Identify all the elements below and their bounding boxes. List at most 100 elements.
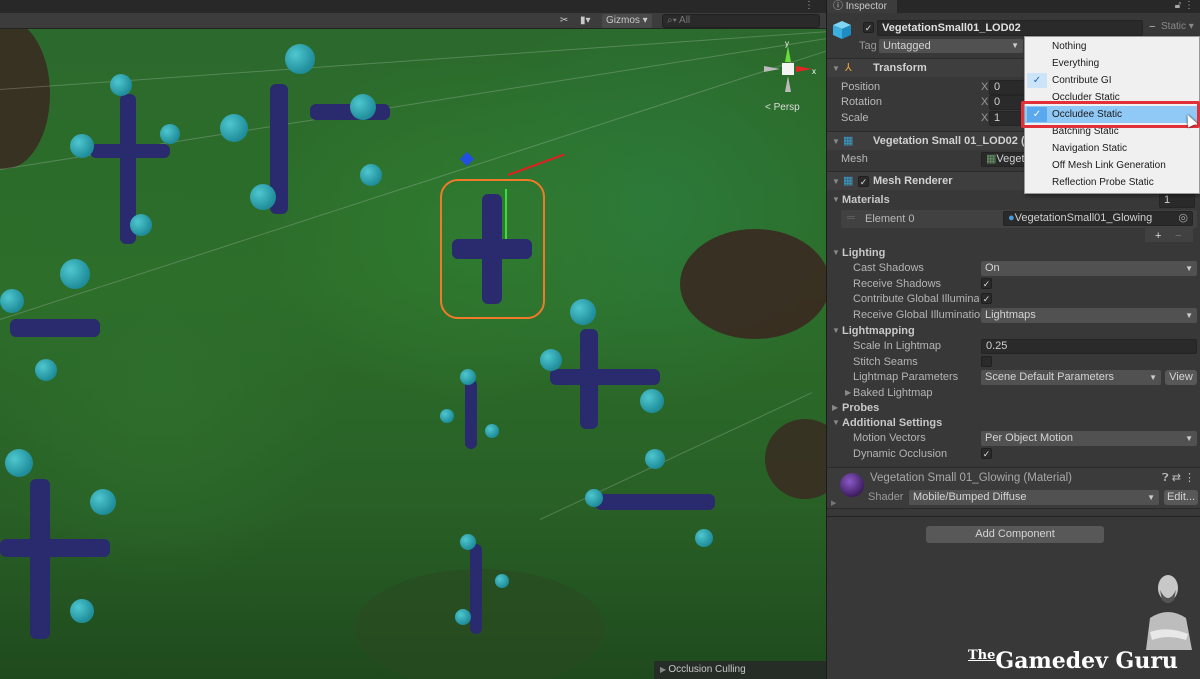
chevron-down-icon: ▼	[1149, 373, 1157, 382]
stitch-seams-checkbox[interactable]	[981, 356, 992, 367]
lightmap-parameters-label: Lightmap Parameters	[853, 371, 959, 383]
stitch-seams-label: Stitch Seams	[853, 356, 918, 368]
cast-shadows-value: On	[985, 262, 1000, 274]
scene-viewport[interactable]	[0, 29, 826, 679]
rock	[765, 419, 826, 499]
scene-toolbar: ✂ ▮▾ Gizmos ▾ ⌕▾ All	[0, 13, 826, 29]
lightmap-parameters-dropdown[interactable]: Scene Default Parameters ▼	[981, 370, 1161, 385]
lock-icon[interactable]: 🔓︎	[1175, 0, 1181, 11]
foldout-icon: ▼	[832, 248, 840, 257]
receive-gi-dropdown[interactable]: Lightmaps ▼	[981, 308, 1197, 323]
edit-shader-button[interactable]: Edit...	[1164, 490, 1198, 505]
receive-shadows-checkbox[interactable]: ✓	[981, 278, 992, 289]
menu-item-navigation-static[interactable]: Navigation Static	[1025, 140, 1199, 157]
scale-x-label: X	[981, 112, 989, 124]
brand-name: Gamedev Guru	[995, 648, 1178, 674]
drag-handle-icon[interactable]: ═	[847, 210, 855, 226]
gizmo-center-cube[interactable]	[782, 63, 794, 75]
move-handle-z[interactable]	[459, 151, 475, 167]
foldout-icon: ▼	[832, 137, 840, 146]
menu-item-nothing[interactable]: Nothing	[1025, 38, 1199, 55]
remove-element-button[interactable]: −	[1175, 228, 1181, 244]
gameobject-cube-icon[interactable]	[832, 20, 852, 40]
tag-dropdown[interactable]: Untagged ▼	[879, 39, 1023, 53]
gizmo-y-label: y	[785, 40, 789, 48]
lighting-foldout[interactable]: ▼ Lighting	[827, 245, 1200, 261]
orientation-gizmo[interactable]: y x	[758, 40, 818, 100]
receive-gi-label: Receive Global Illumination	[853, 309, 987, 321]
foldout-closed-icon[interactable]: ▶	[831, 496, 836, 512]
materials-count-input[interactable]: 1	[1159, 193, 1195, 208]
baked-lightmap-foldout[interactable]: ▶ Baked Lightmap	[827, 385, 1200, 401]
search-icon: ⌕▾	[667, 15, 680, 26]
foldout-icon: ▼	[832, 326, 840, 335]
check-icon: ✓	[982, 279, 991, 289]
scene-search-input[interactable]: ⌕▾ All	[662, 14, 820, 28]
contribute-gi-label: Contribute Global Illumination	[853, 293, 979, 305]
probes-foldout[interactable]: ▶ Probes	[827, 400, 1200, 416]
static-mixed-toggle[interactable]: −	[1149, 19, 1155, 35]
material-header-icons: ❓︎ ⇄ ⋮	[1162, 470, 1195, 486]
selected-vegetation-object[interactable]	[440, 179, 545, 319]
materials-row[interactable]: ▼ Materials 1	[827, 192, 1200, 208]
menu-item-label: Contribute GI	[1052, 75, 1112, 86]
vegetation-plant	[440, 369, 510, 459]
cast-shadows-dropdown[interactable]: On ▼	[981, 261, 1197, 276]
gizmo-neg-x-axis[interactable]	[764, 66, 780, 72]
tools-icon[interactable]: ✂	[560, 14, 568, 28]
check-icon: ✓	[1027, 73, 1047, 88]
cast-shadows-row: Cast Shadows On ▼	[827, 260, 1200, 276]
materials-label: Materials	[842, 194, 890, 206]
additional-settings-foldout[interactable]: ▼ Additional Settings	[827, 415, 1200, 431]
material-object-field[interactable]: ●VegetationSmall01_Glowing ◎	[1003, 211, 1193, 226]
menu-item-off-mesh-link[interactable]: Off Mesh Link Generation	[1025, 157, 1199, 174]
foldout-closed-icon: ▶	[832, 403, 839, 412]
divider	[827, 516, 1200, 517]
position-x-input[interactable]: 0	[989, 80, 1029, 95]
gizmo-neg-y-axis[interactable]	[785, 76, 791, 92]
menu-item-reflection-probe-static[interactable]: Reflection Probe Static	[1025, 174, 1199, 191]
move-handle-y[interactable]	[505, 189, 507, 239]
chevron-down-icon: ▼	[1147, 493, 1155, 502]
gizmo-y-axis[interactable]	[785, 46, 791, 62]
add-component-button[interactable]: Add Component	[926, 526, 1104, 543]
shader-dropdown[interactable]: Mobile/Bumped Diffuse ▼	[909, 490, 1159, 505]
view-button[interactable]: View	[1165, 370, 1197, 385]
motion-vectors-value: Per Object Motion	[985, 432, 1074, 444]
preset-icon[interactable]: ⇄	[1172, 472, 1181, 484]
object-picker-icon[interactable]: ◎	[1178, 212, 1188, 225]
gizmos-label: Gizmos	[606, 15, 640, 26]
scale-in-lightmap-input[interactable]: 0.25	[981, 339, 1197, 354]
static-dropdown[interactable]: Static ▾	[1161, 19, 1194, 35]
add-element-button[interactable]: +	[1155, 228, 1161, 244]
object-name-input[interactable]: VegetationSmall01_LOD02	[877, 20, 1143, 36]
menu-item-label: Reflection Probe Static	[1052, 177, 1154, 188]
gizmo-x-axis[interactable]	[796, 66, 812, 72]
dynamic-occlusion-checkbox[interactable]: ✓	[981, 448, 992, 459]
lightmapping-label: Lightmapping	[842, 325, 915, 337]
camera-settings-icon[interactable]: ▮▾	[580, 14, 591, 28]
mesh-renderer-enabled-toggle[interactable]: ✓	[858, 176, 869, 187]
brand-the: The	[968, 648, 996, 663]
foldout-icon: ▼	[832, 418, 840, 427]
foldout-icon: ▼	[832, 195, 840, 204]
static-label: Static	[1161, 21, 1187, 32]
vegetation-plant	[0, 449, 130, 649]
gizmos-button[interactable]: Gizmos ▾	[602, 14, 652, 28]
rotation-x-label: X	[981, 96, 989, 108]
scene-more-icon[interactable]: ⋮	[804, 0, 814, 11]
projection-toggle[interactable]: < Persp	[765, 102, 800, 113]
contribute-gi-checkbox[interactable]: ✓	[981, 293, 992, 304]
move-handle-x[interactable]	[507, 153, 565, 176]
active-toggle[interactable]: ✓	[863, 22, 874, 33]
more-options-icon[interactable]: ⋮	[1184, 472, 1195, 484]
lightmapping-foldout[interactable]: ▼ Lightmapping	[827, 323, 1200, 339]
motion-vectors-dropdown[interactable]: Per Object Motion ▼	[981, 431, 1197, 446]
help-icon[interactable]: ❓︎	[1162, 472, 1169, 484]
more-options-icon[interactable]: ⋮	[1184, 0, 1194, 11]
occlusion-culling-overlay[interactable]: ▶ Occlusion Culling	[654, 661, 826, 679]
tab-inspector[interactable]: ⓘ Inspector	[827, 0, 897, 13]
menu-item-everything[interactable]: Everything	[1025, 55, 1199, 72]
menu-item-contribute-gi[interactable]: ✓ Contribute GI	[1025, 72, 1199, 89]
occlusion-culling-label: Occlusion Culling	[668, 664, 746, 675]
